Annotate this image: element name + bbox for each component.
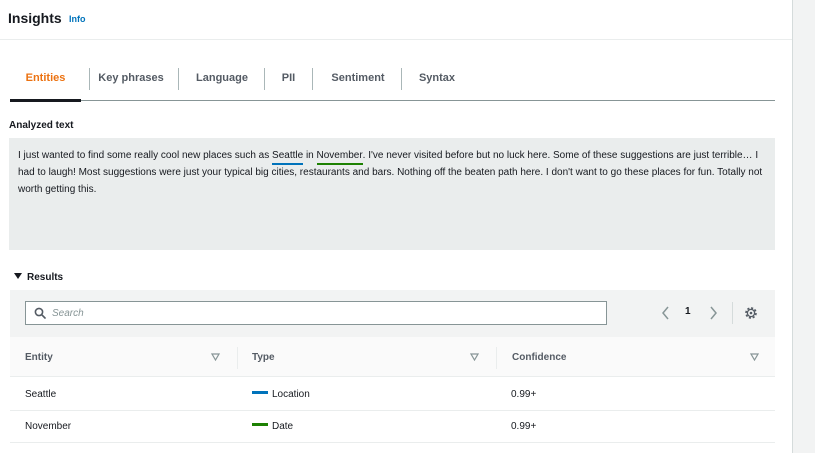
cell-type-label: Date <box>272 421 294 432</box>
search-box <box>25 301 607 325</box>
tab-sentiment[interactable]: Sentiment <box>320 60 396 100</box>
tab-divider <box>401 68 402 90</box>
entity-highlight-date: November <box>316 149 363 165</box>
sort-caret-down-icon[interactable] <box>470 353 479 361</box>
caret-down-icon <box>14 273 22 279</box>
sort-caret-down-icon[interactable] <box>211 353 220 361</box>
tab-divider <box>312 68 313 90</box>
sort-caret-down-icon[interactable] <box>750 353 759 361</box>
table-toolbar: 1 <box>10 290 775 337</box>
date-swatch <box>252 423 268 426</box>
cell-type-label: Location <box>272 389 310 400</box>
tab-divider <box>264 68 265 90</box>
search-icon <box>34 307 46 319</box>
cell-type: Location <box>252 379 310 411</box>
analyzed-text-segment: in <box>303 150 317 161</box>
gear-icon[interactable] <box>743 305 759 321</box>
table-header: Entity Type Confidence <box>10 337 775 377</box>
chevron-left-icon[interactable] <box>660 305 672 321</box>
cell-entity: Seattle <box>25 389 57 400</box>
results-table: 1 Entity Type Confidence <box>10 290 775 443</box>
tab-divider <box>178 68 179 90</box>
entity-highlight-location: Seattle <box>272 149 304 165</box>
tab-syntax[interactable]: Syntax <box>409 60 465 100</box>
tab-pii[interactable]: PII <box>272 60 305 100</box>
table-row: Seattle Location 0.99+ <box>10 379 775 411</box>
analyzed-text-box: I just wanted to find some really cool n… <box>9 138 775 250</box>
cell-confidence: 0.99+ <box>511 389 537 400</box>
toolbar-divider <box>732 302 733 324</box>
right-side-rail <box>792 0 815 453</box>
column-divider <box>237 347 238 369</box>
tab-language[interactable]: Language <box>185 60 259 100</box>
cell-type: Date <box>252 411 293 443</box>
results-label: Results <box>27 272 64 283</box>
column-header-confidence[interactable]: Confidence <box>512 337 566 377</box>
tab-bar: Entities Key phrases Language PII Sentim… <box>10 60 775 102</box>
insights-panel: Insights Info Entities Key phrases Langu… <box>0 0 792 453</box>
cell-confidence: 0.99+ <box>511 421 537 432</box>
cell-entity: November <box>25 421 72 432</box>
column-divider <box>496 347 497 369</box>
analyzed-text-label: Analyzed text <box>9 120 74 131</box>
search-input[interactable] <box>52 305 592 321</box>
page-number[interactable]: 1 <box>685 306 691 317</box>
tab-entities[interactable]: Entities <box>10 60 81 102</box>
column-header-entity[interactable]: Entity <box>25 337 53 377</box>
tab-key-phrases[interactable]: Key phrases <box>90 60 172 100</box>
results-toggle[interactable]: Results <box>14 272 63 283</box>
table-row: November Date 0.99+ <box>10 411 775 443</box>
location-swatch <box>252 391 268 394</box>
page-title: Insights <box>8 10 62 26</box>
info-link[interactable]: Info <box>69 14 86 24</box>
column-header-type[interactable]: Type <box>252 337 275 377</box>
panel-header: Insights Info <box>0 0 792 40</box>
analyzed-text-segment: I just wanted to find some really cool n… <box>18 150 273 161</box>
chevron-right-icon[interactable] <box>707 305 719 321</box>
